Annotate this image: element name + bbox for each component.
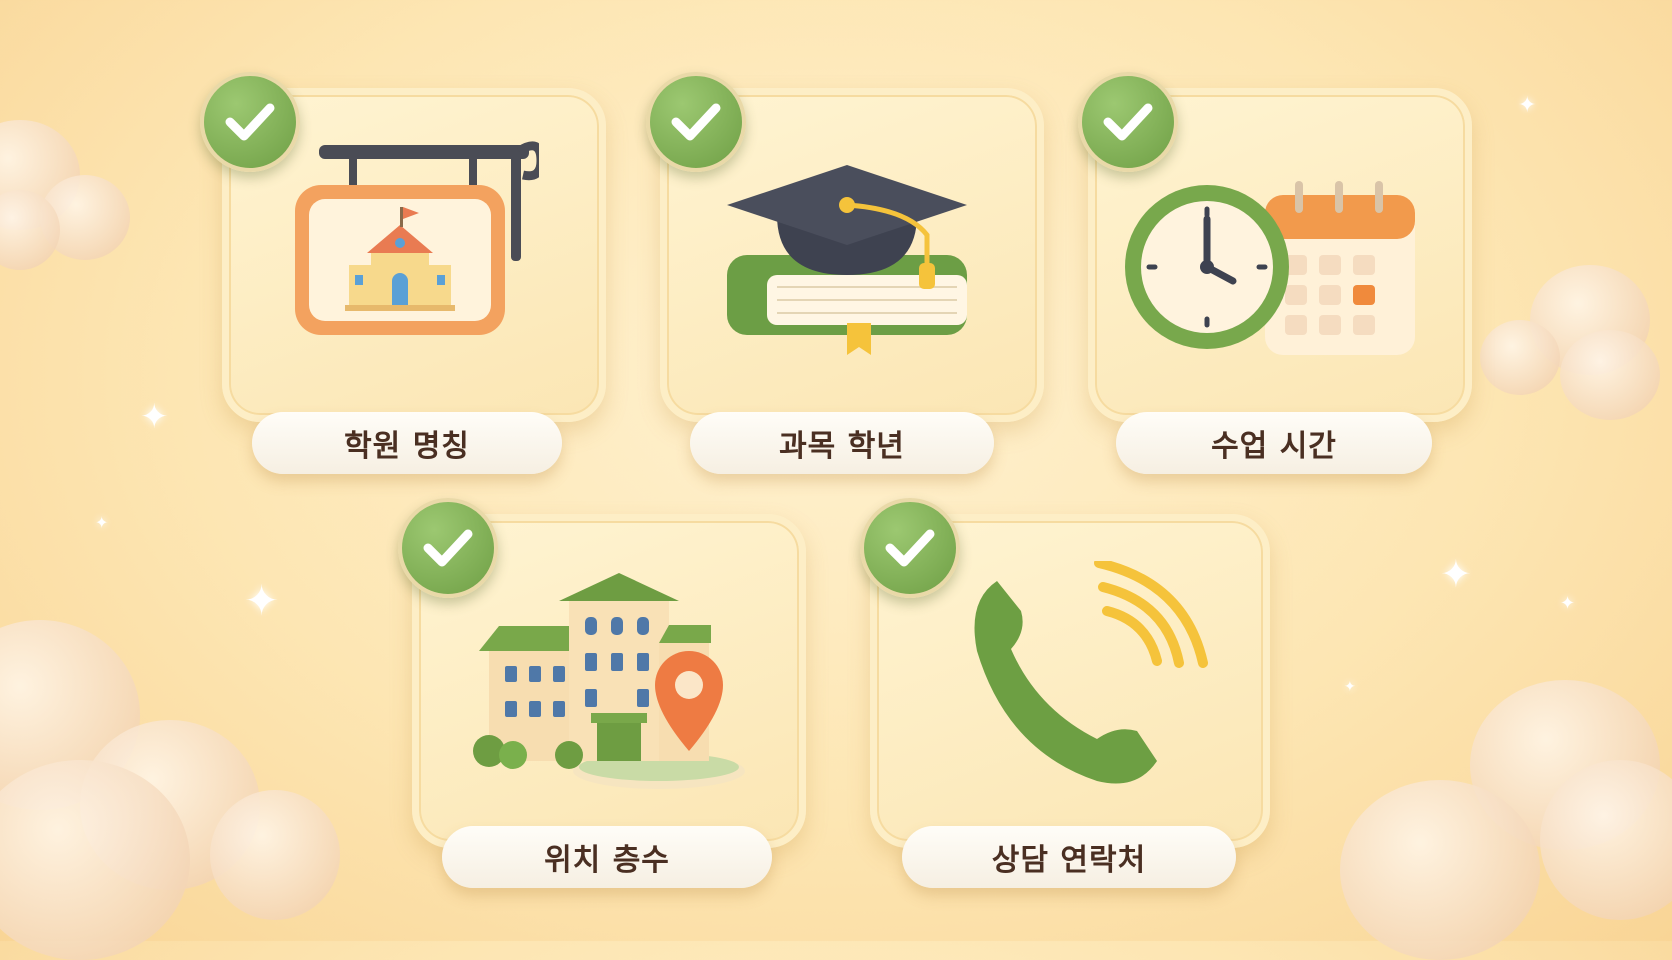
clock-calendar-icon xyxy=(1125,175,1425,365)
card-label: 위치 층수 xyxy=(442,826,772,888)
check-badge xyxy=(1078,72,1178,172)
check-badge xyxy=(860,498,960,598)
card-label: 학원 명칭 xyxy=(252,412,562,474)
checkmark-icon xyxy=(671,103,721,141)
phone-icon xyxy=(957,561,1217,811)
checkmark-icon xyxy=(225,103,275,141)
card-label: 수업 시간 xyxy=(1116,412,1432,474)
sparkle: ✦ xyxy=(1440,552,1472,596)
graduation-cap-book-icon xyxy=(707,135,987,365)
academy-sign-icon xyxy=(279,125,539,355)
sparkle: ✦ xyxy=(244,576,280,625)
sparkle: ✦ xyxy=(1518,93,1537,118)
sparkle: ✦ xyxy=(95,513,109,532)
cloud xyxy=(1340,780,1540,960)
cloud xyxy=(210,790,340,920)
card-label: 상담 연락처 xyxy=(902,826,1236,888)
card-label: 과목 학년 xyxy=(690,412,994,474)
sparkle: ✦ xyxy=(140,397,169,437)
sparkle: ✦ xyxy=(1560,593,1576,614)
checkmark-icon xyxy=(885,529,935,567)
cloud xyxy=(1480,320,1560,395)
checkmark-icon xyxy=(423,529,473,567)
check-badge xyxy=(200,72,300,172)
cloud xyxy=(1560,330,1660,420)
checkmark-icon xyxy=(1103,103,1153,141)
sparkle: ✦ xyxy=(1344,679,1356,695)
check-badge xyxy=(398,498,498,598)
building-location-icon xyxy=(459,561,789,801)
check-badge xyxy=(646,72,746,172)
